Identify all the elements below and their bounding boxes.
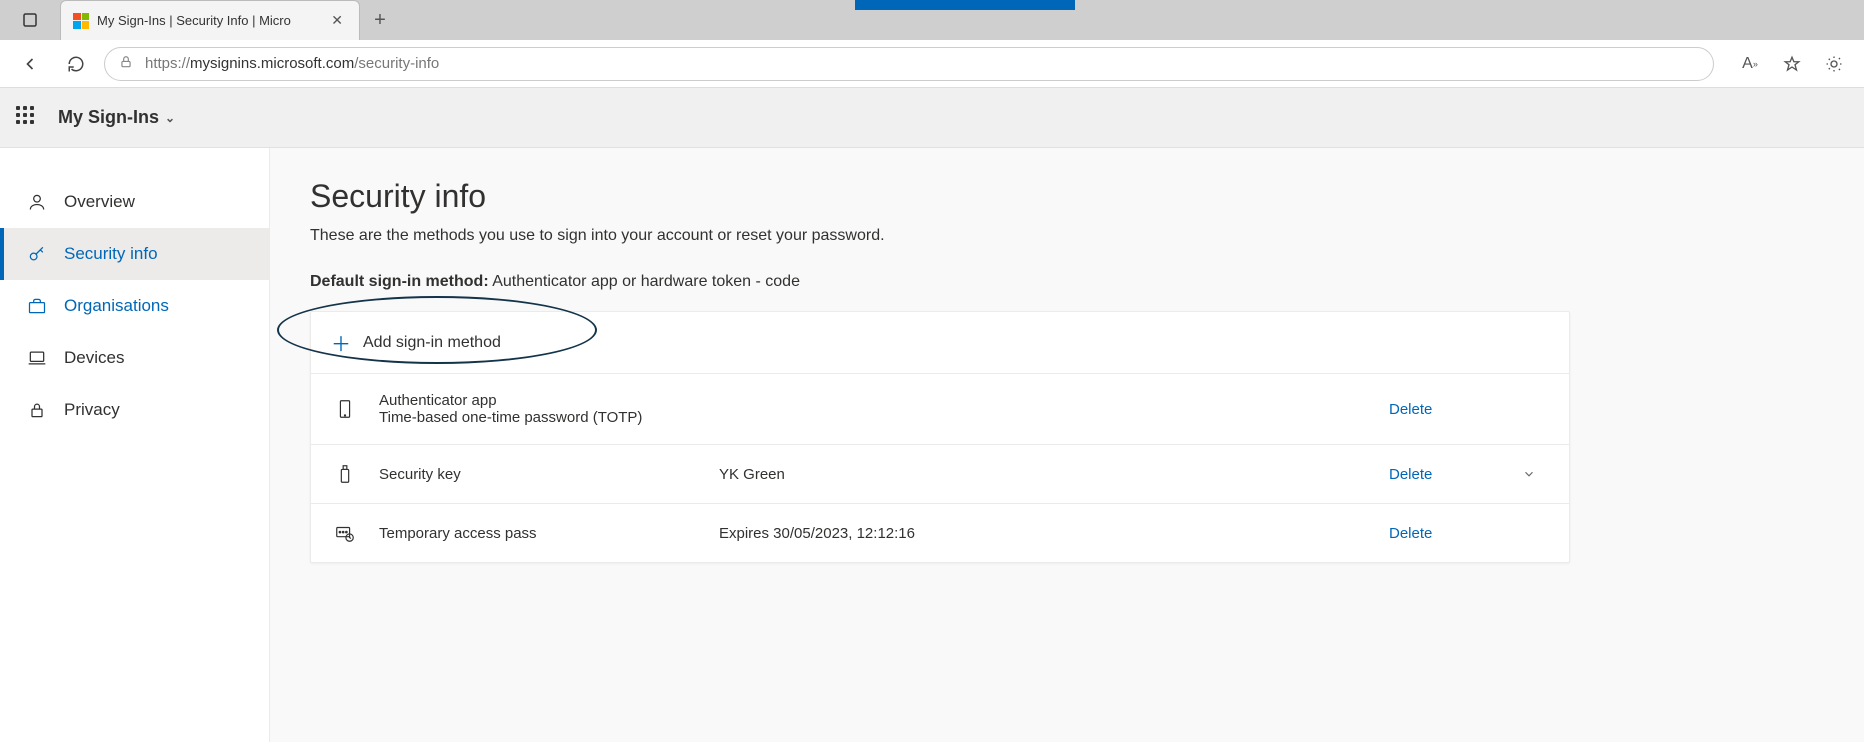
tab-collections-icon[interactable] — [0, 0, 60, 40]
usb-key-icon — [331, 463, 359, 485]
browser-chrome: My Sign-Ins | Security Info | Micro ✕ + … — [0, 0, 1864, 88]
method-detail: YK Green — [719, 466, 1369, 483]
method-name: Temporary access pass — [379, 525, 699, 542]
read-aloud-icon[interactable]: A» — [1732, 46, 1768, 82]
lock-icon — [119, 55, 133, 72]
key-icon — [26, 243, 48, 265]
url-host: mysignins.microsoft.com — [190, 55, 354, 72]
app-title-text: My Sign-Ins — [58, 107, 159, 128]
sidebar: Overview Security info Organisations Dev… — [0, 148, 270, 742]
method-title: Temporary access pass — [379, 525, 699, 542]
app-header: My Sign-Ins ⌄ — [0, 88, 1864, 148]
method-title: Security key — [379, 466, 699, 483]
default-method-value: Authenticator app or hardware token - co… — [492, 273, 800, 290]
phone-icon — [331, 398, 359, 420]
default-method-line: Default sign-in method: Authenticator ap… — [310, 273, 1610, 291]
method-title: Authenticator app — [379, 392, 699, 409]
laptop-icon — [26, 347, 48, 369]
url-prefix: https:// — [145, 55, 190, 72]
method-name: Security key — [379, 466, 699, 483]
page-subtitle: These are the methods you use to sign in… — [310, 227, 1610, 245]
add-sign-in-method-button[interactable]: ＋ Add sign-in method — [311, 312, 1569, 374]
sidebar-item-label: Organisations — [64, 296, 169, 316]
extensions-icon[interactable] — [1816, 46, 1852, 82]
url-path: /security-info — [354, 55, 439, 72]
url-text: https://mysignins.microsoft.com/security… — [145, 55, 439, 72]
method-name: Authenticator app Time-based one-time pa… — [379, 392, 699, 426]
lock-icon — [26, 399, 48, 421]
method-row-authenticator: Authenticator app Time-based one-time pa… — [311, 374, 1569, 445]
browser-tab-active[interactable]: My Sign-Ins | Security Info | Micro ✕ — [60, 0, 360, 40]
microsoft-logo-icon — [73, 13, 89, 29]
delete-button[interactable]: Delete — [1389, 466, 1489, 483]
page-title: Security info — [310, 178, 1610, 215]
sidebar-item-security-info[interactable]: Security info — [0, 228, 269, 280]
add-method-label: Add sign-in method — [363, 334, 501, 352]
methods-panel: ＋ Add sign-in method Authenticator app T… — [310, 311, 1570, 563]
app-launcher-icon[interactable] — [16, 106, 40, 130]
favorite-icon[interactable] — [1774, 46, 1810, 82]
sidebar-item-label: Overview — [64, 192, 135, 212]
default-method-label: Default sign-in method: — [310, 273, 489, 290]
refresh-button[interactable] — [58, 46, 94, 82]
delete-button[interactable]: Delete — [1389, 525, 1489, 542]
address-bar-actions: A» — [1732, 46, 1852, 82]
sidebar-item-privacy[interactable]: Privacy — [0, 384, 269, 436]
app-title-dropdown[interactable]: My Sign-Ins ⌄ — [58, 107, 175, 128]
plus-icon: ＋ — [331, 328, 351, 357]
delete-button[interactable]: Delete — [1389, 401, 1489, 418]
tab-bar: My Sign-Ins | Security Info | Micro ✕ + — [0, 0, 1864, 40]
url-field[interactable]: https://mysignins.microsoft.com/security… — [104, 47, 1714, 81]
person-icon — [26, 191, 48, 213]
workspace: Overview Security info Organisations Dev… — [0, 148, 1864, 742]
sidebar-item-label: Devices — [64, 348, 124, 368]
method-detail: Expires 30/05/2023, 12:12:16 — [719, 525, 1369, 542]
tab-title: My Sign-Ins | Security Info | Micro — [97, 13, 291, 28]
method-row-security-key: Security key YK Green Delete — [311, 445, 1569, 504]
method-subtitle: Time-based one-time password (TOTP) — [379, 409, 699, 426]
address-bar: https://mysignins.microsoft.com/security… — [0, 40, 1864, 88]
annotation-ellipse — [277, 296, 597, 364]
back-button[interactable] — [12, 46, 48, 82]
sidebar-item-label: Privacy — [64, 400, 120, 420]
main-content: Security info These are the methods you … — [270, 148, 1864, 742]
method-row-temp-pass: Temporary access pass Expires 30/05/2023… — [311, 504, 1569, 562]
sidebar-item-devices[interactable]: Devices — [0, 332, 269, 384]
expand-chevron-icon[interactable] — [1509, 467, 1549, 481]
temp-pass-icon — [331, 522, 359, 544]
window-accent-bar — [855, 0, 1075, 10]
close-tab-icon[interactable]: ✕ — [327, 10, 347, 31]
chevron-down-icon: ⌄ — [165, 111, 175, 125]
sidebar-item-label: Security info — [64, 244, 158, 264]
sidebar-item-organisations[interactable]: Organisations — [0, 280, 269, 332]
briefcase-icon — [26, 295, 48, 317]
sidebar-item-overview[interactable]: Overview — [0, 176, 269, 228]
new-tab-button[interactable]: + — [360, 0, 400, 40]
